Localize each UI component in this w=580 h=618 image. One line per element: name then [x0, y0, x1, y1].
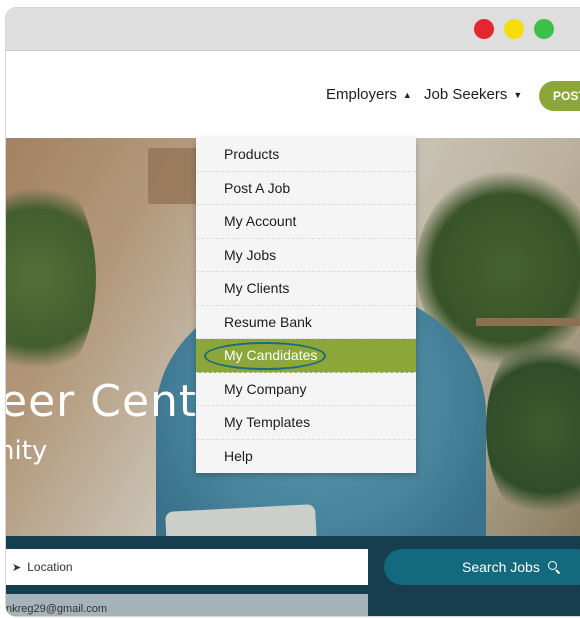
menu-item-my-templates[interactable]: My Templates — [196, 406, 416, 440]
nav-employers[interactable]: Employers ▲ — [326, 86, 412, 103]
minimize-window-button[interactable] — [504, 19, 524, 39]
menu-item-my-candidates-label: My Candidates — [224, 347, 318, 363]
maximize-window-button[interactable] — [534, 19, 554, 39]
chevron-up-icon: ▲ — [402, 89, 412, 100]
menu-item-help[interactable]: Help — [196, 440, 416, 474]
hero-subtitle: nity — [6, 436, 48, 466]
chevron-down-icon: ▼ — [513, 89, 523, 100]
menu-item-resume-bank[interactable]: Resume Bank — [196, 306, 416, 339]
location-input[interactable]: ➤ Location — [6, 549, 368, 585]
close-window-button[interactable] — [474, 19, 494, 39]
search-jobs-button[interactable]: Search Jobs — [384, 549, 580, 585]
menu-item-my-company[interactable]: My Company — [196, 373, 416, 406]
menu-item-my-jobs[interactable]: My Jobs — [196, 239, 416, 272]
location-placeholder: Location — [27, 560, 73, 574]
window-titlebar — [6, 8, 580, 51]
nav-job-seekers[interactable]: Job Seekers ▼ — [424, 86, 522, 103]
search-icon — [547, 561, 560, 573]
site-header: Employers ▲ Job Seekers ▼ POST — [6, 51, 580, 138]
nav-employers-label: Employers — [326, 86, 397, 103]
menu-item-my-candidates[interactable]: My Candidates — [196, 339, 416, 373]
menu-item-post-a-job[interactable]: Post A Job — [196, 172, 416, 205]
menu-item-products[interactable]: Products — [196, 138, 416, 172]
location-arrow-icon: ➤ — [12, 561, 22, 574]
email-field[interactable]: nkreg29@gmail.com — [6, 594, 368, 616]
browser-window: Employers ▲ Job Seekers ▼ POST eer Cente… — [6, 8, 580, 616]
post-job-button[interactable]: POST — [539, 81, 580, 111]
job-search-bar: ➤ Location nkreg29@gmail.com Search Jobs — [6, 536, 580, 616]
nav-job-seekers-label: Job Seekers — [424, 86, 508, 103]
employers-dropdown-menu: Products Post A Job My Account My Jobs M… — [196, 138, 416, 473]
search-jobs-label: Search Jobs — [462, 559, 540, 575]
menu-item-my-clients[interactable]: My Clients — [196, 272, 416, 306]
menu-item-my-account[interactable]: My Account — [196, 205, 416, 239]
